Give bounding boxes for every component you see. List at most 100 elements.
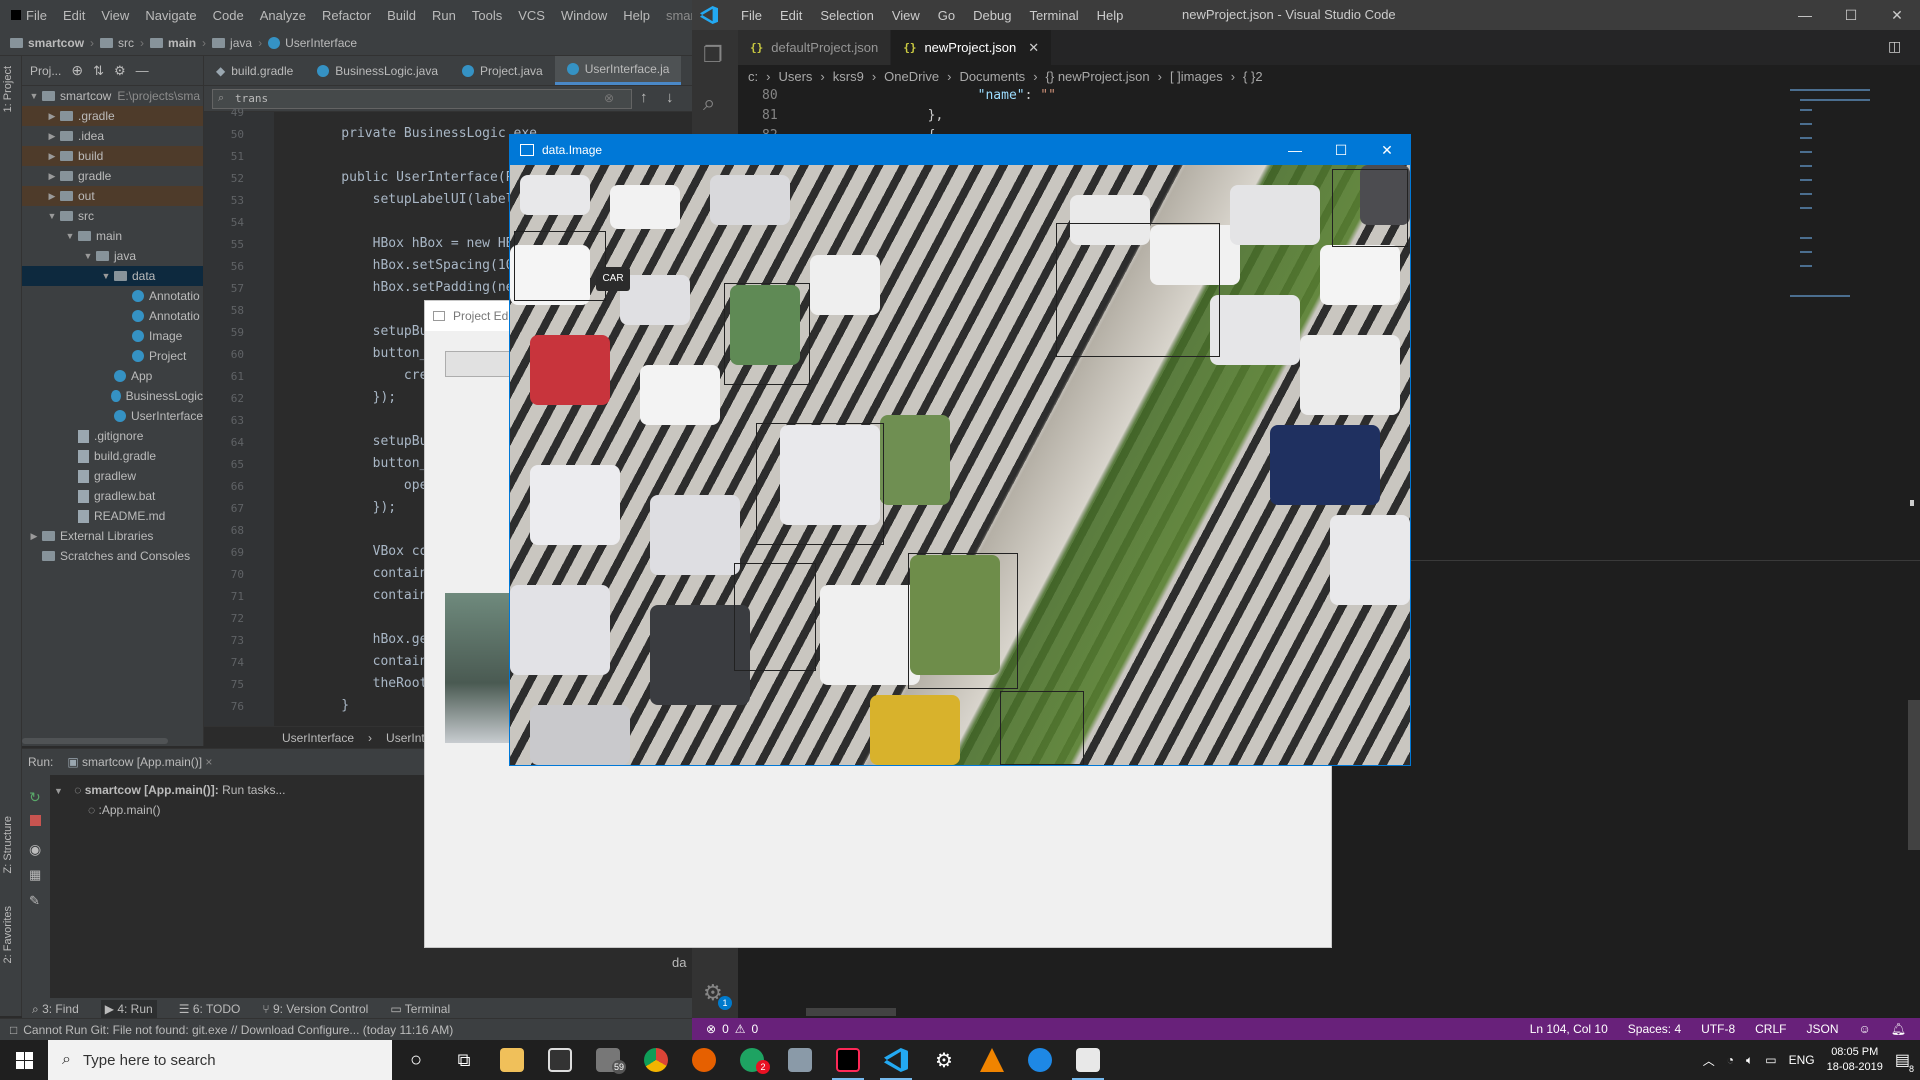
code-line[interactable]: } <box>310 698 349 713</box>
vs-tab-defaultproject[interactable]: {} defaultProject.json <box>738 30 892 65</box>
indentation[interactable]: Spaces: 4 <box>1628 1022 1681 1036</box>
taskbar-search-box[interactable]: ⌕ Type here to search <box>48 1040 392 1080</box>
language-indicator[interactable]: ENG <box>1789 1053 1815 1067</box>
nav-crumb-main[interactable]: main <box>150 36 196 50</box>
minimize-icon[interactable]: — <box>1272 135 1318 165</box>
editor-tab-build-gradle[interactable]: ◆ build.gradle <box>204 56 305 85</box>
expand-arrow-icon[interactable]: ▼ <box>82 251 94 261</box>
annotation-bbox[interactable] <box>734 563 816 671</box>
expand-arrow-icon[interactable]: ▶ <box>28 531 40 542</box>
run-tree-row[interactable]: ▼ ◌ smartcow [App.main()]: Run tasks... <box>54 783 285 797</box>
task-view-button[interactable]: ⧉ <box>440 1040 488 1080</box>
tool-tab-structure[interactable]: Z: Structure <box>2 816 14 873</box>
find-input[interactable]: trans <box>212 89 632 109</box>
close-icon[interactable]: ✕ <box>1028 40 1039 56</box>
notification-center-icon[interactable]: ▤ 8 <box>1895 1050 1914 1074</box>
taskbar-java[interactable] <box>1064 1040 1112 1080</box>
encoding[interactable]: UTF-8 <box>1701 1022 1735 1036</box>
code-line[interactable]: setupLabelUI(label_In <box>310 192 537 207</box>
nav-crumb-userinterface[interactable]: UserInterface <box>268 36 357 50</box>
project-tree-item[interactable]: ▶ External Libraries <box>22 526 203 546</box>
editor-tab-businesslogic[interactable]: BusinessLogic.java <box>305 56 450 85</box>
vs-menu-view[interactable]: View <box>883 8 929 23</box>
gear-icon[interactable]: ⚙ <box>114 63 126 79</box>
horizontal-scrollbar[interactable] <box>22 738 168 744</box>
taskbar-app-blue[interactable] <box>1016 1040 1064 1080</box>
error-count[interactable]: 0 <box>722 1022 729 1036</box>
locate-icon[interactable]: ⊕ <box>71 62 83 79</box>
taskbar-store[interactable] <box>536 1040 584 1080</box>
vs-crumb[interactable]: OneDrive <box>884 69 939 84</box>
vs-code-line[interactable]: 81}, <box>762 108 943 123</box>
taskbar-chrome[interactable] <box>632 1040 680 1080</box>
project-tree-item[interactable]: ▼ data <box>22 266 203 286</box>
project-tree-item[interactable]: ▶ .gradle <box>22 106 203 126</box>
layout-icon[interactable]: ▦ <box>29 867 43 882</box>
project-tree-item[interactable]: gradlew.bat <box>22 486 203 506</box>
editor-tab-project[interactable]: Project.java <box>450 56 555 85</box>
run-tree-row[interactable]: ◌ :App.main() <box>88 803 161 817</box>
ij-menu-vcs[interactable]: VCS <box>510 8 553 23</box>
project-tree-item[interactable]: Image <box>22 326 203 346</box>
eye-icon[interactable]: ◉ <box>29 841 43 857</box>
vs-menu-terminal[interactable]: Terminal <box>1020 8 1087 23</box>
annotation-bbox[interactable] <box>1000 691 1084 765</box>
expand-arrow-icon[interactable]: ▶ <box>46 111 58 122</box>
battery-icon[interactable]: ▭ <box>1765 1053 1776 1067</box>
annotation-bbox[interactable] <box>1056 223 1220 357</box>
ij-menu-navigate[interactable]: Navigate <box>137 8 204 23</box>
minimize-icon[interactable]: — <box>1782 0 1828 30</box>
editor-tab-userinterface[interactable]: UserInterface.ja <box>554 56 682 85</box>
vs-crumb[interactable]: Documents <box>959 69 1025 84</box>
project-tree-item[interactable]: App <box>22 366 203 386</box>
notification-bell-icon[interactable]: 🔔︎ <box>1891 1022 1906 1036</box>
expand-arrow-icon[interactable]: ▶ <box>46 151 58 162</box>
cursor-position[interactable]: Ln 104, Col 10 <box>1530 1022 1608 1036</box>
warning-icon[interactable]: ⚠ <box>735 1022 746 1036</box>
vs-menu-help[interactable]: Help <box>1088 8 1133 23</box>
code-line[interactable]: private BusinessLogic exe <box>310 126 537 141</box>
vs-crumb[interactable]: ksrs9 <box>833 69 864 84</box>
project-tree-item[interactable]: ▼ smartcow E:\projects\sma <box>22 86 203 106</box>
taskbar-intellij[interactable] <box>824 1040 872 1080</box>
taskbar-chat[interactable]: 2 <box>728 1040 776 1080</box>
ij-menu-refactor[interactable]: Refactor <box>314 8 379 23</box>
project-tree-item[interactable]: ▶ .idea <box>22 126 203 146</box>
previous-occurrence-icon[interactable]: ↑ <box>640 89 648 106</box>
code-line[interactable]: hBox.setSpacing(10); <box>310 258 530 273</box>
project-tree-item[interactable]: gradlew <box>22 466 203 486</box>
taskbar-photos[interactable] <box>776 1040 824 1080</box>
annotation-bbox[interactable] <box>756 423 884 545</box>
tool-tab-terminal[interactable]: ▭ Terminal <box>390 1002 450 1016</box>
vs-menu-edit[interactable]: Edit <box>771 8 811 23</box>
error-icon[interactable]: ⊗ <box>706 1022 716 1036</box>
ij-menu-run[interactable]: Run <box>424 8 464 23</box>
code-line[interactable]: HBox hBox = new HBox( <box>310 236 537 251</box>
project-tree-item[interactable]: .gitignore <box>22 426 203 446</box>
project-tree-item[interactable]: UserInterface <box>22 406 203 426</box>
project-tree-item[interactable]: ▶ out <box>22 186 203 206</box>
annotation-bbox[interactable] <box>1332 169 1408 247</box>
ij-menu-window[interactable]: Window <box>553 8 615 23</box>
code-line[interactable]: }); <box>310 390 396 405</box>
nav-crumb-java[interactable]: java <box>212 36 252 50</box>
ij-menu-file[interactable]: File <box>18 8 55 23</box>
tool-tab-favorites[interactable]: 2: Favorites <box>2 906 14 963</box>
annotation-bbox[interactable] <box>908 553 1018 689</box>
vs-crumb[interactable]: {} newProject.json <box>1046 69 1150 84</box>
vs-crumb[interactable]: { }2 <box>1243 69 1263 84</box>
nav-crumb-project[interactable]: smartcow <box>10 36 84 50</box>
close-icon[interactable]: × <box>205 755 212 769</box>
annotation-label[interactable]: CAR <box>596 267 630 291</box>
project-tree-item[interactable]: build.gradle <box>22 446 203 466</box>
ij-menu-view[interactable]: View <box>93 8 137 23</box>
project-tree-item[interactable]: ▼ main <box>22 226 203 246</box>
project-tree-item[interactable]: Project <box>22 346 203 366</box>
pin-icon[interactable]: ✎ <box>29 893 43 908</box>
project-tree-item[interactable]: Annotatio <box>22 286 203 306</box>
project-view-dropdown[interactable]: Proj... <box>30 64 61 78</box>
vs-menu-file[interactable]: File <box>732 8 771 23</box>
split-editor-icon[interactable]: ◫ <box>1888 38 1901 55</box>
annotation-bbox[interactable] <box>514 231 606 301</box>
feedback-smiley-icon[interactable]: ☺ <box>1859 1022 1871 1036</box>
